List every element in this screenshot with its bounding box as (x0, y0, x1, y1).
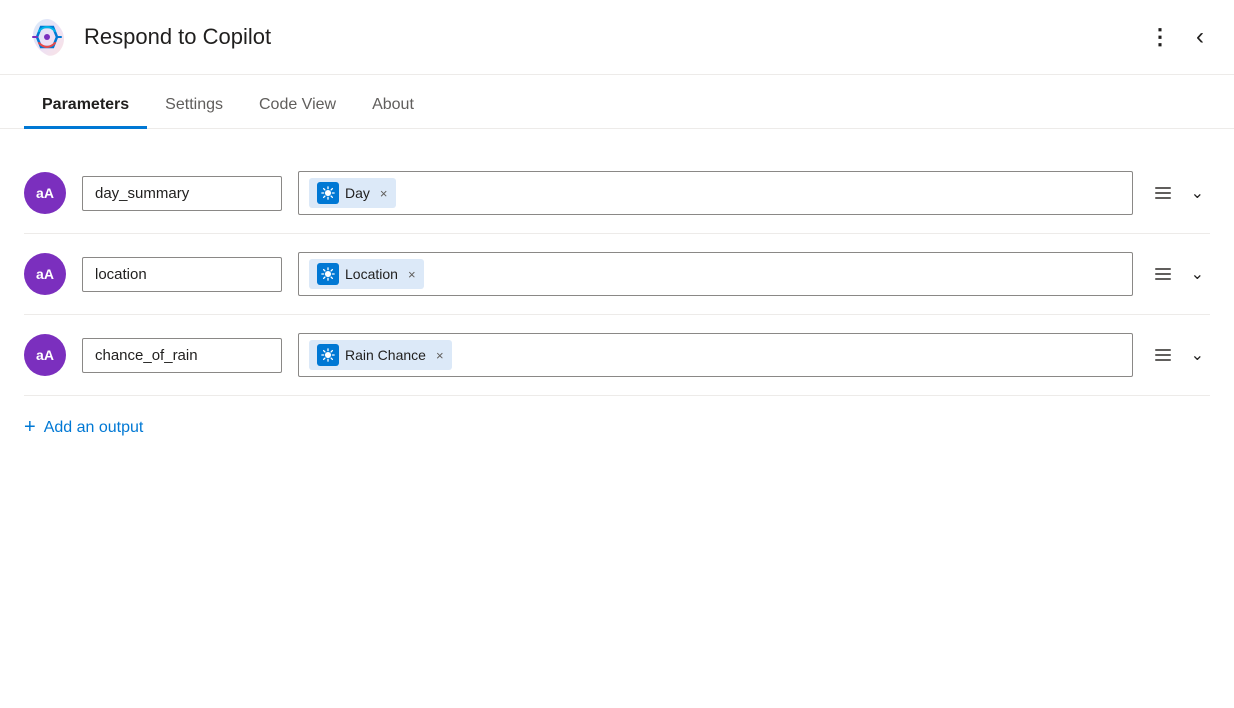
add-output-button[interactable]: + Add an output (24, 396, 143, 459)
tag-icon-day (317, 182, 339, 204)
tab-code-view[interactable]: Code View (241, 84, 354, 129)
param-value-box-day-summary[interactable]: Day × (298, 171, 1133, 215)
param-name-input-day-summary[interactable] (82, 176, 282, 211)
tag-label-rain-chance: Rain Chance (345, 347, 426, 363)
row-menu-button-day-summary[interactable] (1149, 183, 1177, 203)
tab-settings[interactable]: Settings (147, 84, 241, 129)
header: Respond to Copilot ⋮ ‹ (0, 0, 1234, 75)
row-expand-button-location[interactable]: ⌄ (1185, 260, 1210, 288)
param-value-box-location[interactable]: Location × (298, 252, 1133, 296)
main-content: aA (0, 129, 1234, 459)
param-name-input-chance-of-rain[interactable] (82, 338, 282, 373)
more-options-button[interactable]: ⋮ (1143, 18, 1178, 56)
copilot-logo (24, 14, 70, 60)
param-value-box-chance-of-rain[interactable]: Rain Chance × (298, 333, 1133, 377)
chevron-down-icon-location: ⌄ (1191, 264, 1204, 284)
tag-day: Day × (309, 178, 396, 208)
tab-parameters[interactable]: Parameters (24, 84, 147, 129)
tag-close-location[interactable]: × (408, 268, 416, 281)
header-left: Respond to Copilot (24, 14, 271, 60)
sun-icon-location (321, 267, 335, 281)
tag-label-location: Location (345, 266, 398, 282)
param-row-day-summary: aA (24, 153, 1210, 234)
tab-about[interactable]: About (354, 84, 432, 129)
hamburger-icon-day-summary (1155, 187, 1171, 199)
chevron-down-icon-chance-of-rain: ⌄ (1191, 345, 1204, 365)
row-actions-location: ⌄ (1149, 260, 1210, 288)
chevron-down-icon-day-summary: ⌄ (1191, 183, 1204, 203)
tag-icon-rain-chance (317, 344, 339, 366)
tag-icon-location (317, 263, 339, 285)
row-actions-chance-of-rain: ⌄ (1149, 341, 1210, 369)
add-output-label: Add an output (44, 419, 144, 437)
tag-location: Location × (309, 259, 424, 289)
param-row-location: aA Location (24, 234, 1210, 315)
row-menu-button-chance-of-rain[interactable] (1149, 345, 1177, 365)
tag-rain-chance: Rain Chance × (309, 340, 452, 370)
collapse-button[interactable]: ‹ (1190, 17, 1210, 57)
row-expand-button-day-summary[interactable]: ⌄ (1185, 179, 1210, 207)
collapse-icon: ‹ (1196, 23, 1204, 51)
tag-close-rain-chance[interactable]: × (436, 349, 444, 362)
page-title: Respond to Copilot (84, 24, 271, 50)
row-expand-button-chance-of-rain[interactable]: ⌄ (1185, 341, 1210, 369)
avatar-chance-of-rain: aA (24, 334, 66, 376)
more-options-icon: ⋮ (1149, 24, 1172, 50)
sun-icon-day (321, 186, 335, 200)
hamburger-icon-location (1155, 268, 1171, 280)
header-actions: ⋮ ‹ (1143, 17, 1210, 57)
avatar-location: aA (24, 253, 66, 295)
hamburger-icon-chance-of-rain (1155, 349, 1171, 361)
tag-label-day: Day (345, 185, 370, 201)
tag-close-day[interactable]: × (380, 187, 388, 200)
param-row-chance-of-rain: aA Rain Chanc (24, 315, 1210, 396)
avatar-day-summary: aA (24, 172, 66, 214)
param-name-input-location[interactable] (82, 257, 282, 292)
row-menu-button-location[interactable] (1149, 264, 1177, 284)
sun-icon-rain-chance (321, 348, 335, 362)
tab-bar: Parameters Settings Code View About (0, 83, 1234, 129)
plus-icon: + (24, 416, 36, 439)
row-actions-day-summary: ⌄ (1149, 179, 1210, 207)
